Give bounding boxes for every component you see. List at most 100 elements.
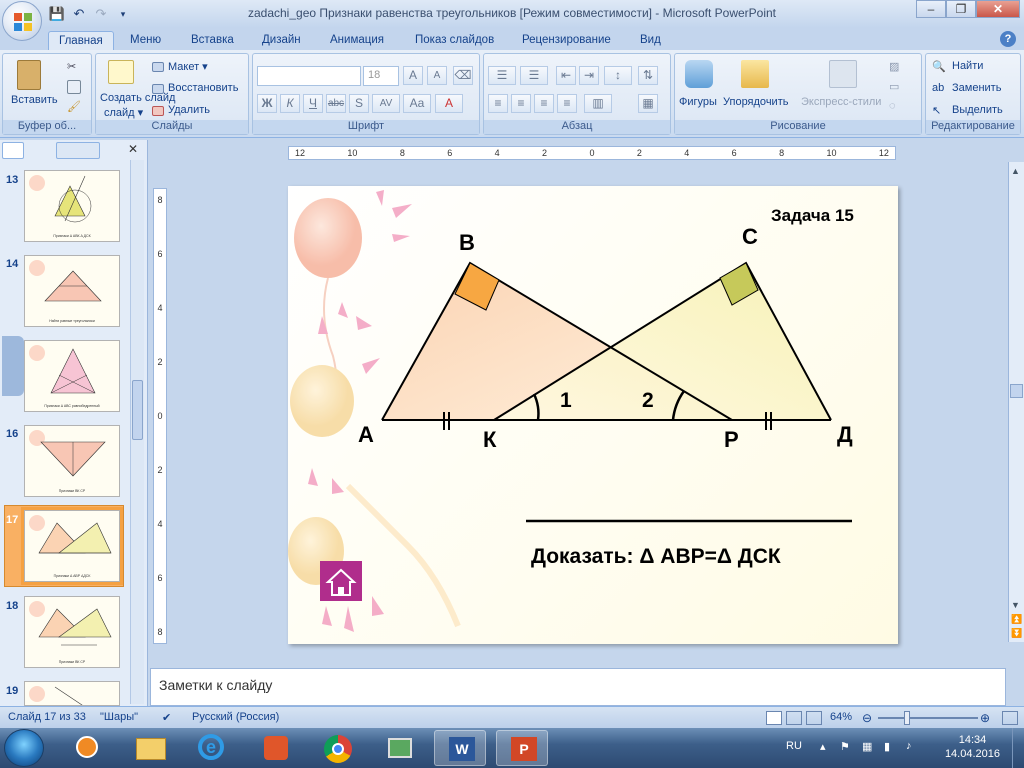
increase-indent-icon[interactable]: ⇥ (579, 66, 599, 85)
app-icon[interactable] (248, 730, 300, 766)
slide-thumbnail[interactable]: Признаки ВК СР (24, 425, 120, 497)
prev-slide-icon[interactable]: ⏫ (1011, 614, 1022, 625)
slide-thumbnail[interactable]: Признаки Δ АВК Δ ДСК (24, 170, 120, 242)
slide-thumbnail-active[interactable]: Признаки Δ АВР ΔДСК (21, 507, 123, 585)
outline-tab-icon[interactable] (56, 142, 100, 159)
decrease-indent-icon[interactable]: ⇤ (556, 66, 576, 85)
bullets-icon[interactable]: ☰ (488, 66, 516, 85)
redo-icon[interactable]: ↷ (92, 5, 110, 23)
smartart-icon[interactable]: ▦ (638, 94, 658, 113)
show-desktop-button[interactable] (1012, 728, 1024, 768)
word-icon[interactable]: W (434, 730, 486, 766)
cut-icon[interactable]: ✂ (67, 60, 81, 74)
help-icon[interactable]: ? (1000, 31, 1016, 47)
grow-font-button[interactable]: A (403, 66, 423, 85)
bold-button[interactable]: Ж (257, 94, 277, 113)
slide-thumbnail[interactable]: Найти равные треугольники (24, 255, 120, 327)
thumbnail-scrollbar[interactable] (130, 160, 144, 704)
new-slide-dropdown[interactable]: слайд ▾ (104, 106, 143, 119)
scroll-thumb[interactable] (132, 380, 143, 440)
zoom-slider[interactable] (878, 717, 978, 719)
reset-button[interactable]: Восстановить (168, 82, 238, 94)
spellcheck-icon[interactable]: ✔ (162, 711, 171, 724)
layout-button[interactable]: Макет ▾ (168, 60, 208, 73)
spacing-button[interactable]: AV (372, 94, 400, 113)
explorer-icon[interactable] (124, 730, 176, 766)
clear-format-icon[interactable]: ⌫ (453, 66, 473, 85)
tab-slideshow[interactable]: Показ слайдов (405, 31, 504, 50)
copy-icon[interactable] (67, 80, 81, 94)
strike-button[interactable]: abc (326, 94, 346, 113)
powerpoint-icon[interactable]: P (496, 730, 548, 766)
align-right-icon[interactable]: ≡ (534, 94, 554, 113)
scroll-thumb[interactable] (1010, 384, 1023, 398)
italic-button[interactable]: К (280, 94, 300, 113)
customize-qat-icon[interactable]: ▾ (114, 5, 132, 23)
zoom-slider-thumb[interactable] (904, 711, 910, 725)
fill-icon[interactable]: ▨ (889, 60, 907, 74)
slides-tab-icon[interactable] (2, 142, 24, 159)
prove-text[interactable]: Доказать: Δ АВР=Δ ДСК (531, 545, 781, 569)
font-name-combo[interactable] (257, 66, 361, 86)
task-title[interactable]: Задача 15 (771, 206, 854, 226)
slide-thumbnail[interactable] (24, 681, 120, 706)
input-language[interactable]: RU (786, 740, 802, 752)
outline-icon[interactable]: ▭ (889, 80, 907, 94)
new-slide-button[interactable]: Создать слайд (100, 92, 175, 104)
slide[interactable]: Задача 15 В С А К Р Д 1 2 Доказать: Δ АВ… (288, 186, 898, 644)
close-panel-icon[interactable]: ✕ (128, 142, 138, 156)
scroll-up-icon[interactable]: ▲ (1011, 166, 1020, 176)
minimize-button[interactable]: – (916, 0, 946, 18)
font-color-button[interactable]: A (435, 94, 463, 113)
replace-button[interactable]: Заменить (952, 82, 1001, 94)
photos-icon[interactable] (372, 730, 424, 766)
tab-insert[interactable]: Вставка (181, 31, 244, 50)
columns-icon[interactable]: ▥ (584, 94, 612, 113)
underline-button[interactable]: Ч (303, 94, 323, 113)
numbering-icon[interactable]: ☰ (520, 66, 548, 85)
tab-home[interactable]: Главная (48, 31, 114, 50)
undo-icon[interactable]: ↶ (70, 5, 88, 23)
tab-menu[interactable]: Меню (120, 31, 171, 50)
fit-window-icon[interactable] (1002, 711, 1018, 725)
action-center-icon[interactable]: ▦ (862, 740, 872, 753)
sorter-view-icon[interactable] (786, 711, 802, 725)
slide-thumbnail[interactable]: Признаки Δ АВС равнобедренный (24, 340, 120, 412)
close-button[interactable]: ✕ (976, 0, 1020, 18)
slide-thumbnail[interactable]: Признаки ВК СР (24, 596, 120, 668)
effects-icon[interactable]: ◌ (889, 100, 907, 114)
find-button[interactable]: Найти (952, 60, 983, 72)
arrange-button[interactable]: Упорядочить (723, 96, 788, 108)
tab-view[interactable]: Вид (630, 31, 671, 50)
scroll-down-icon[interactable]: ▼ (1011, 600, 1020, 610)
shadow-button[interactable]: S (349, 94, 369, 113)
network-icon[interactable]: ▮ (884, 740, 890, 753)
align-center-icon[interactable]: ≡ (511, 94, 531, 113)
flag-icon[interactable]: ⚑ (840, 740, 850, 753)
tab-animation[interactable]: Анимация (320, 31, 394, 50)
justify-icon[interactable]: ≡ (557, 94, 577, 113)
paste-button[interactable]: Вставить (11, 94, 58, 106)
shapes-button[interactable]: Фигуры (679, 96, 717, 108)
vertical-scrollbar[interactable]: ▲ ▼ ⏫ ⏬ (1008, 162, 1024, 642)
tab-design[interactable]: Дизайн (252, 31, 311, 50)
notes-pane[interactable]: Заметки к слайду (150, 668, 1006, 706)
quick-styles-button[interactable]: Экспресс-стили (801, 96, 881, 108)
media-player-icon[interactable] (60, 730, 112, 766)
panel-splitter-handle[interactable] (2, 336, 24, 396)
format-painter-icon[interactable]: 🖌 (67, 100, 81, 114)
volume-icon[interactable]: ♪ (906, 740, 912, 752)
shrink-font-button[interactable]: A (427, 66, 447, 85)
align-left-icon[interactable]: ≡ (488, 94, 508, 113)
tray-chevron-icon[interactable]: ▴ (820, 740, 826, 753)
text-direction-icon[interactable]: ⇅ (638, 66, 658, 85)
slideshow-view-icon[interactable] (806, 711, 822, 725)
start-button[interactable] (4, 729, 44, 767)
ie-icon[interactable]: e (184, 730, 236, 766)
zoom-out-icon[interactable]: ⊖ (862, 711, 872, 725)
chrome-icon[interactable] (310, 730, 362, 766)
office-button[interactable] (2, 1, 42, 41)
tab-review[interactable]: Рецензирование (512, 31, 621, 50)
select-button[interactable]: Выделить (952, 104, 1003, 116)
normal-view-icon[interactable] (766, 711, 782, 725)
